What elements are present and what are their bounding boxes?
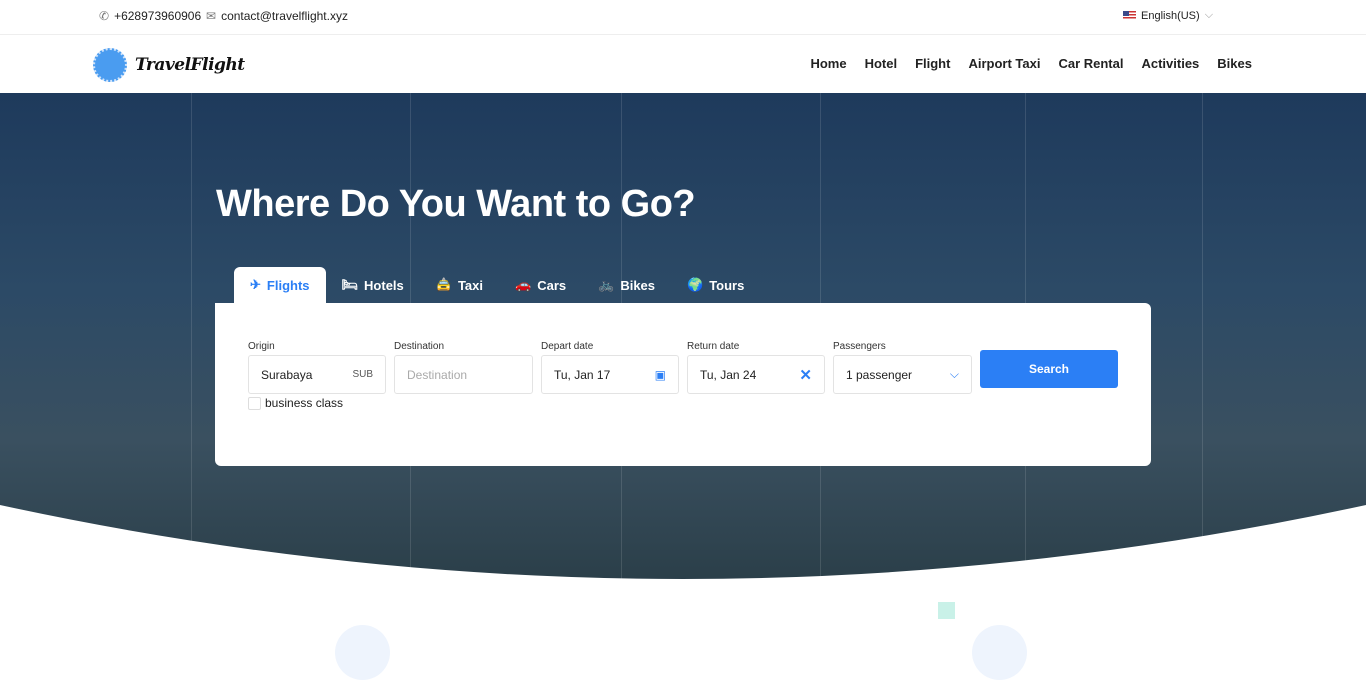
- nav-flight[interactable]: Flight: [915, 56, 950, 71]
- return-label: Return date: [687, 341, 740, 352]
- depart-date-input[interactable]: Tu, Jan 17 ▣: [541, 355, 679, 394]
- tab-bikes[interactable]: 🚲 Bikes: [582, 267, 671, 303]
- phone-icon: ✆: [99, 9, 110, 23]
- tab-hotels[interactable]: 🛏 Hotels: [326, 267, 420, 303]
- bed-icon: 🛏: [341, 277, 359, 292]
- bike-icon: 🚲: [598, 277, 615, 292]
- globe-icon: 🌍: [687, 277, 704, 292]
- nav-activities[interactable]: Activities: [1141, 56, 1199, 71]
- decor-circle: [972, 625, 1027, 680]
- tab-flights[interactable]: ✈ Flights: [234, 267, 326, 303]
- nav-bikes[interactable]: Bikes: [1217, 56, 1252, 71]
- tab-taxi[interactable]: 🚖 Taxi: [420, 267, 499, 303]
- flight-search-form: Origin Surabaya SUB Destination Destination…: [215, 303, 1151, 466]
- tab-cars[interactable]: 🚗 Cars: [499, 267, 582, 303]
- hero-title: Where Do You Want to Go?: [216, 183, 696, 225]
- nav-airport-taxi[interactable]: Airport Taxi: [968, 56, 1040, 71]
- origin-input[interactable]: Surabaya SUB: [248, 355, 386, 394]
- nav-hotel[interactable]: Hotel: [865, 56, 898, 71]
- search-button[interactable]: Search: [980, 350, 1118, 388]
- language-selector[interactable]: English(US) ⌵: [1123, 9, 1213, 22]
- car-icon: 🚗: [515, 277, 532, 292]
- taxi-icon: 🚖: [435, 277, 452, 292]
- calendar-icon[interactable]: ▣: [655, 368, 666, 382]
- top-bar: ✆ +628973960906 ✉ contact@travelflight.xyz…: [0, 0, 1366, 35]
- clear-icon[interactable]: ✕: [799, 366, 812, 384]
- phone-contact[interactable]: ✆ +628973960906: [99, 9, 201, 23]
- depart-label: Depart date: [541, 341, 594, 352]
- return-date-input[interactable]: Tu, Jan 24 ✕: [687, 355, 825, 394]
- tab-tours[interactable]: 🌍 Tours: [671, 267, 760, 303]
- nav-home[interactable]: Home: [810, 56, 846, 71]
- decor-square: [938, 602, 955, 619]
- search-tabs: ✈ Flights 🛏 Hotels 🚖 Taxi 🚗 Cars 🚲 Bikes 🌍 Tou…: [234, 267, 760, 303]
- passengers-select[interactable]: 1 passenger ⌵: [833, 355, 972, 394]
- business-class-checkbox[interactable]: business class: [248, 396, 343, 410]
- logo[interactable]: TravelFlight: [93, 48, 245, 82]
- main-nav: TravelFlight Home Hotel Flight Airport T…: [0, 35, 1366, 93]
- nav-car-rental[interactable]: Car Rental: [1058, 56, 1123, 71]
- plane-icon: ✈: [250, 277, 261, 292]
- origin-label: Origin: [248, 341, 275, 352]
- chevron-down-icon: ⌵: [949, 367, 959, 381]
- destination-input[interactable]: Destination: [394, 355, 533, 394]
- email-contact[interactable]: ✉ contact@travelflight.xyz: [206, 9, 348, 23]
- globe-icon: [93, 48, 127, 82]
- passengers-label: Passengers: [833, 341, 886, 352]
- us-flag-icon: [1123, 11, 1136, 20]
- mail-icon: ✉: [206, 9, 217, 23]
- decor-circle: [335, 625, 390, 680]
- destination-label: Destination: [394, 341, 445, 352]
- chevron-down-icon: ⌵: [1204, 9, 1214, 21]
- origin-code: SUB: [352, 369, 373, 380]
